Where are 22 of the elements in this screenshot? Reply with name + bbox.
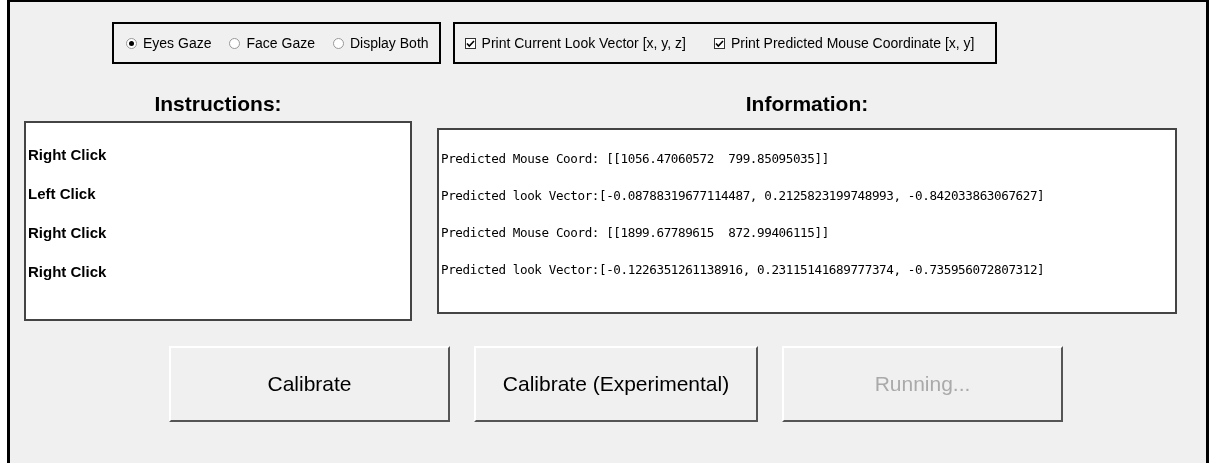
action-button[interactable]: Calibrate [169,346,450,422]
instruction-line: Right Click [27,262,108,282]
checkbox[interactable] [464,37,476,49]
instruction-line: Left Click [27,184,97,204]
radio-label[interactable]: Face Gaze [246,35,315,51]
instructions-heading: Instructions: [154,92,282,117]
radio-label[interactable]: Eyes Gaze [143,35,212,51]
instruction-line: Right Click [27,145,108,165]
information-line: Predicted Mouse Coord: [[1056.47060572 799.85095035]] [440,150,830,168]
information-heading: Information: [745,92,869,117]
action-button[interactable]: Calibrate (Experimental) [474,346,758,422]
radio-button[interactable] [126,37,137,49]
checkbox-label[interactable]: Print Current Look Vector [x, y, z] [481,35,686,51]
checkbox-label[interactable]: Print Predicted Mouse Coordinate [x, y] [730,35,975,51]
radio-button[interactable] [332,37,344,49]
instruction-line: Right Click [27,223,108,243]
radio-label[interactable]: Display Both [349,35,429,51]
radio-button[interactable] [229,37,241,49]
information-line: Predicted look Vector:[-0.1226351261138916, 0.23115141689777374, -0.735956072807312] [440,261,1046,279]
information-line: Predicted look Vector:[-0.08788319677114487, 0.2125823199748993, -0.842033863067627] [440,187,1046,205]
information-line: Predicted Mouse Coord: [[1899.67789615 872.99406115]] [440,224,830,242]
checkbox[interactable] [713,37,725,49]
